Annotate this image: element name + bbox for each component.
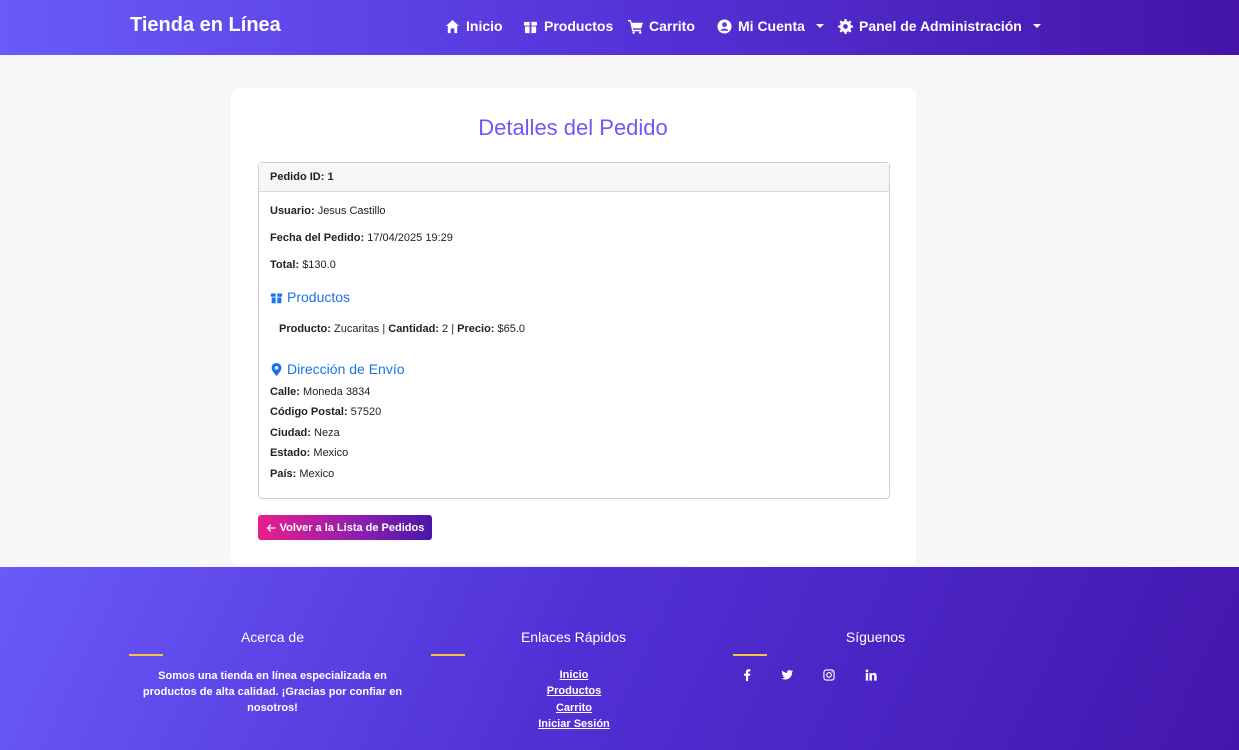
street-label: Calle: [270,386,300,398]
brand-logo[interactable]: Tienda en Línea [130,14,281,37]
quantity-value: 2 [442,323,449,335]
facebook-icon[interactable] [741,668,755,682]
nav-panel-admin-label: Panel de Administración [859,18,1022,34]
street-value: Moneda 3834 [303,386,371,398]
order-id-header: Pedido ID: 1 [259,163,889,192]
price-label: Precio: [457,323,495,335]
user-label: Usuario: [270,205,315,217]
total-value: $130.0 [302,259,336,271]
nav-carrito-label: Carrito [649,18,695,34]
nav-carrito[interactable]: Carrito [628,18,695,34]
postal-value: 57520 [350,406,382,418]
back-button-label: Volver a la Lista de Pedidos [279,521,425,534]
product-label: Producto: [279,323,331,335]
arrow-left-icon [266,523,276,532]
state-value: Mexico [313,447,349,459]
footer-link-iniciar-sesion[interactable]: Iniciar Sesión [504,718,644,730]
footer-about-title: Acerca de [240,629,305,645]
address-title: Dirección de Envío [287,361,405,377]
product-value: Zucaritas [334,323,380,335]
date-value: 17/04/2025 19:29 [367,232,453,244]
order-user: Usuario: Jesus Castillo [270,205,386,217]
gear-icon [838,18,853,34]
nav-inicio-label: Inicio [466,18,503,34]
address-country: País: Mexico [270,468,334,480]
user-value: Jesus Castillo [317,205,386,217]
separator: | [451,323,455,335]
city-value: Neza [314,427,340,439]
footer-divider [431,654,465,656]
postal-label: Código Postal: [270,406,348,418]
order-total: Total: $130.0 [270,259,336,271]
nav-productos-label: Productos [544,18,614,34]
address-street: Calle: Moneda 3834 [270,386,370,398]
home-icon [445,19,460,33]
date-label: Fecha del Pedido: [270,232,365,244]
chevron-down-icon [815,24,824,28]
chevron-down-icon [1032,24,1041,28]
order-date: Fecha del Pedido: 17/04/2025 19:29 [270,232,453,244]
twitter-icon[interactable] [781,668,795,682]
country-label: País: [270,468,297,480]
map-marker-icon [271,362,282,376]
instagram-icon[interactable] [823,668,837,682]
footer-links-title: Enlaces Rápidos [520,629,627,645]
nav-panel-admin[interactable]: Panel de Administración [838,18,1041,34]
address-heading: Dirección de Envío [270,361,405,377]
nav-mi-cuenta[interactable]: Mi Cuenta [717,18,824,34]
footer: Acerca de Somos una tienda en línea espe… [0,567,1239,750]
footer-divider [733,654,767,656]
user-circle-icon [717,18,732,34]
nav-productos[interactable]: Productos [523,18,613,34]
address-city: Ciudad: Neza [270,427,340,439]
footer-about-text: Somos una tienda en línea especializada … [142,670,403,714]
order-panel: Pedido ID: 1 Usuario: Jesus Castillo Fec… [258,162,890,499]
separator: | [382,323,386,335]
footer-divider [129,654,163,656]
city-label: Ciudad: [270,427,311,439]
country-value: Mexico [299,468,335,480]
products-title: Productos [287,289,351,305]
nav-inicio[interactable]: Inicio [445,18,503,34]
page-title: Detalles del Pedido [478,115,668,140]
footer-link-carrito[interactable]: Carrito [504,702,644,714]
price-value: $65.0 [497,323,526,335]
box-icon [270,292,283,303]
top-navbar: Tienda en Línea Inicio Productos Carrito… [0,0,1239,55]
address-postal: Código Postal: 57520 [270,406,381,418]
products-heading: Productos [270,289,350,305]
linkedin-icon[interactable] [865,668,879,682]
back-to-orders-button[interactable]: Volver a la Lista de Pedidos [258,515,432,540]
product-line: Producto: Zucaritas | Cantidad: 2 | Prec… [279,323,525,335]
cart-icon [628,19,643,34]
quantity-label: Cantidad: [388,323,439,335]
footer-link-productos[interactable]: Productos [504,685,644,697]
box-icon [523,21,538,33]
state-label: Estado: [270,447,311,459]
footer-link-inicio[interactable]: Inicio [504,669,644,681]
total-label: Total: [270,259,300,271]
address-state: Estado: Mexico [270,447,348,459]
footer-social-title: Síguenos [845,629,906,645]
nav-mi-cuenta-label: Mi Cuenta [738,18,805,34]
